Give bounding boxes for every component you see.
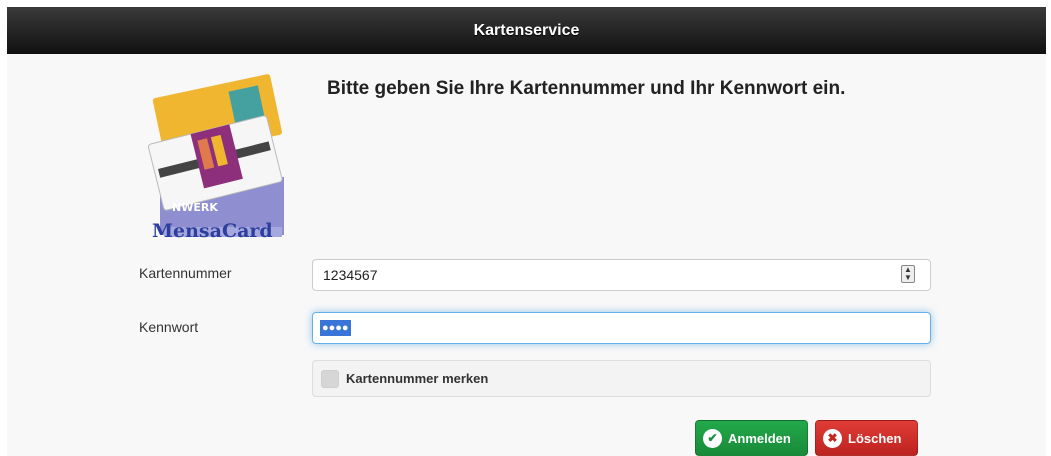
header-title: Kartenservice [7,7,1046,54]
page-headline: Bitte geben Sie Ihre Kartennummer und Ih… [327,78,846,99]
login-button[interactable]: ✔ Anmelden [695,420,808,456]
card-number-label: Kartennummer [139,265,232,281]
password-mask: ●●●● [320,320,351,336]
number-spinner-icon[interactable]: ▲ ▼ [901,265,915,283]
check-circle-icon: ✔ [703,428,722,448]
remember-card-toggle[interactable]: Kartennummer merken [312,360,931,397]
mensacard-logo: NWERK MensaCard [147,74,284,239]
logo-card-text: NWERK [172,201,218,214]
page-frame: Kartenservice NWERK MensaCard Bitte gebe… [7,7,1046,456]
card-number-input[interactable] [312,259,931,291]
remember-checkbox[interactable] [321,369,339,388]
clear-button-label: Löschen [848,430,902,446]
logo-text: MensaCard [152,220,273,239]
login-button-label: Anmelden [728,430,791,446]
x-circle-icon: ✖ [823,428,842,448]
clear-button[interactable]: ✖ Löschen [815,420,918,456]
password-label: Kennwort [139,319,199,335]
remember-label: Kartennummer merken [346,371,489,386]
password-input[interactable] [312,312,931,344]
